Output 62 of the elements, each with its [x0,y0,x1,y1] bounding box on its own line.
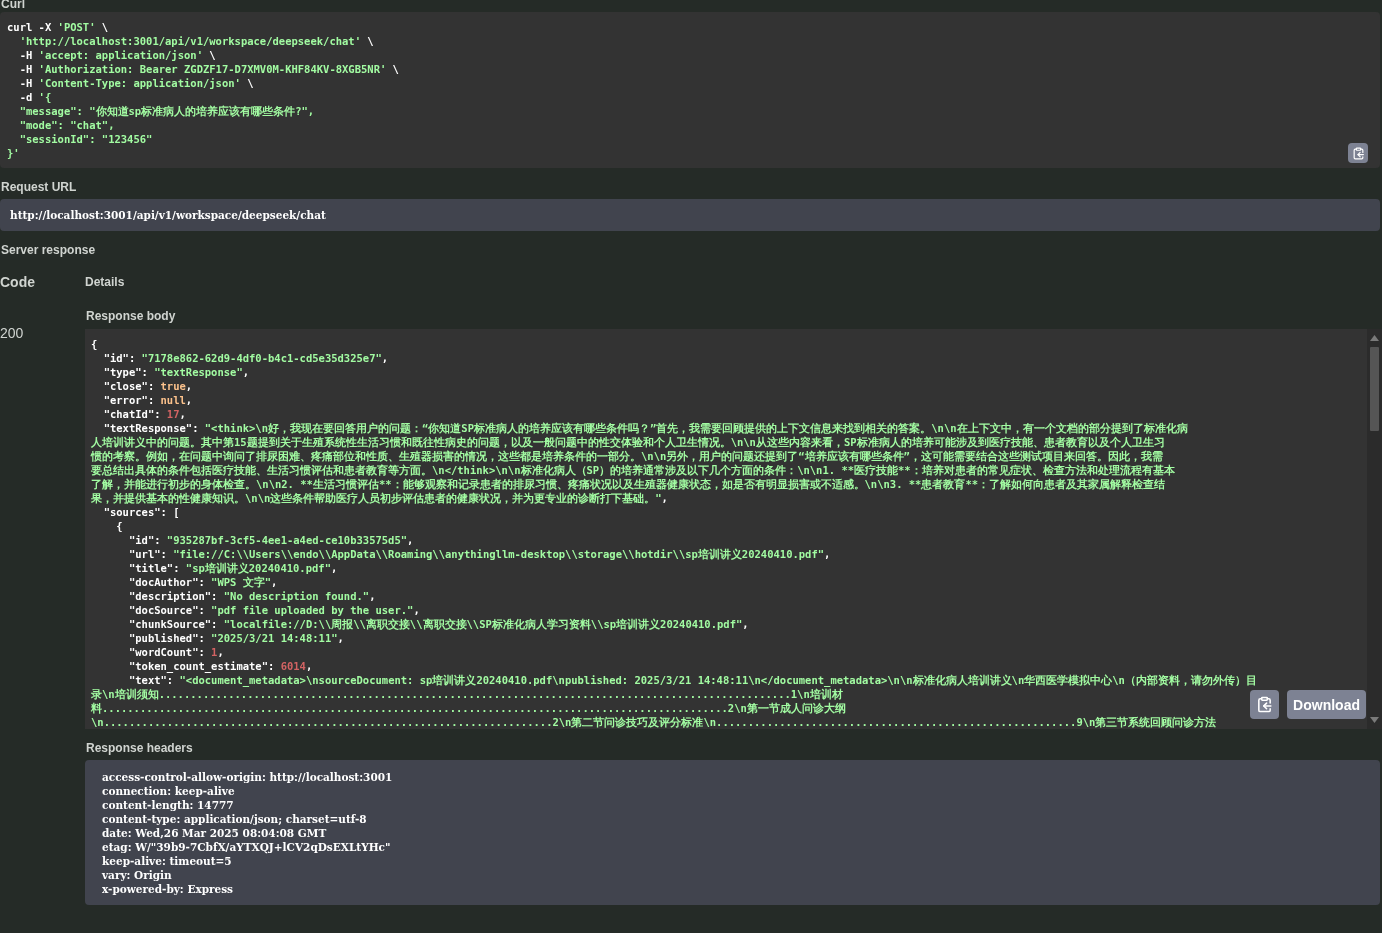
header-line: vary: Origin [102,868,173,882]
header-line: connection: keep-alive [102,784,236,798]
code-line: "error": null, [102,393,193,407]
code-line: curl -X 'POST' \ [7,20,109,34]
code-line: "id": "7178e862-62d9-4df0-b4c1-cd5e35d325e7", [102,351,389,365]
column-header: Code [0,274,36,290]
code-line: "textResponse": "<think>\n好，我现在要回答用户的问题：“你知道SP标准病人的培养应该有哪些条件吗？”首先，我需要回顾提供的上下文信息来找到相关的答案。\n\n在上下文中，有一个文档的部分提到了标准化病 [102,421,1188,435]
code-line: 惯的考察。例如，在问题中询问了排尿困难、疼痛部位和性质、生殖器损害的情况，这些都是培养条件的一部分。\n\n另外，用户的问题还提到了“培养应该有哪些条件”，这可能需要结合这些测试项目来回答。因此，我需 [91,449,1163,463]
code-line: 果，并提供基本的性健康知识。\n\n这些条件帮助医疗人员初步评估患者的健康状况，并为更专业的诊断打下基础。", [91,491,668,505]
header-line: access-control-allow-origin: http://localhost:3001 [102,770,394,784]
code-line: 录\n培训须知....................................................................................................1\n培训材 [91,687,843,701]
code-line: 了解，并能进行初步的身体检查。\n\n2. **生活习惯评估**：能够观察和记录患者的排尿习惯、疼痛状况以及生殖器健康状态，如是否有明显损害或不适感。\n\n3. **患者教育**：了解如何向患者及其家属解释检查结 [91,477,1166,491]
request-url: http://localhost:3001/api/v1/workspace/deepseek/chat [10,208,326,222]
code-line: 人培训讲义中的问题。其中第15题提到关于生殖系统性生活习惯和既往性病史的问题，以及一般问题中的性交体验和个人卫生情况。\n\n从这些内容来看，SP标准病人的培养可能涉及到医疗技能、患者教育以及个人卫生习 [91,435,1165,449]
copy-button[interactable] [1348,143,1368,163]
code-line: "token_count_estimate": 6014, [127,659,313,673]
code-line: "sources": [ [102,505,180,519]
clipboard-icon [1351,146,1365,160]
section-label: Response headers [85,741,194,755]
scrollbar[interactable] [1367,329,1382,729]
code-line: }' [7,146,20,160]
status-code: 200 [0,325,25,343]
code-line: { [115,519,123,533]
code-line: "message": "你知道sp标准病人的培养应该有哪些条件?", [18,104,315,118]
code-line: 'http://localhost:3001/api/v1/workspace/deepseek/chat' \ [18,34,374,48]
code-line: 料...................................................................................................2\n第一节成人问诊大纲 [91,701,846,715]
header-line: content-length: 14777 [102,798,235,812]
column-header: Details [85,275,125,289]
code-line: "description": "No description found.", [127,589,376,603]
section-label: Request URL [0,180,78,194]
code-line: -H 'Content-Type: application/json' \ [18,76,254,90]
section-label: Response body [85,309,177,323]
header-line: x-powered-by: Express [102,882,235,896]
section-label: Server response [0,243,97,257]
code-line: "title": "sp培训讲义20240410.pdf", [127,561,338,575]
section-label: Curl [0,0,26,11]
code-line: { [91,337,98,351]
header-line: keep-alive: timeout=5 [102,854,233,868]
code-line: 要总结出具体的条件包括医疗技能、生活习惯评估和患者教育等方面。\n</think>\n\n标准化病人（SP）的培养通常涉及以下几个方面的条件：\n\n1. **医疗技能**：培养对患者的常见症状、检查方法和处理流程有基本 [91,463,1175,477]
code-line: -H 'Authorization: Bearer ZGDZF17-D7XMV0M-KHF84KV-8XGB5NR' \ [18,62,399,76]
download-button[interactable]: Download [1287,690,1366,719]
header-line: content-type: application/json; charset=utf-8 [102,812,368,826]
header-line: date: Wed,26 Mar 2025 08:04:08 GMT [102,826,328,840]
code-line: "chunkSource": "localfile://D:\\周报\\离职交接\\离职交接\\SP标准化病人学习资料\\sp培训讲义20240410.pdf", [127,617,749,631]
code-line: "mode": "chat", [18,118,115,132]
copy-button[interactable] [1250,690,1280,719]
code-line: "docSource": "pdf file uploaded by the user.", [127,603,420,617]
code-line: "sessionId": "123456" [18,132,153,146]
code-line: "published": "2025/3/21 14:48:11", [127,631,344,645]
code-line: "wordCount": 1, [127,645,224,659]
code-line: -H 'accept: application/json' \ [18,48,216,62]
clipboard-icon [1256,696,1274,713]
code-line: "docAuthor": "WPS 文字", [127,575,278,589]
code-line: "id": "935287bf-3cf5-4ee1-a4ed-ce10b33575d5", [127,533,414,547]
header-line: etag: W/"39b9-7CbfX/aYTXQJ+lCV2qDsEXLtYHc" [102,840,392,854]
code-line: "text": "<document_metadata>\nsourceDocument: sp培训讲义20240410.pdf\npublished: 2025/3/21 14:48:11\n</document_metadata>\n\n标准化病人培训讲义\n华西医学模拟中心\n（内部资料，请勿外传）目 [127,673,1257,687]
code-line: "type": "textResponse", [102,365,250,379]
code-line: "url": "file://C:\\Users\\endo\\AppData\\Roaming\\anythingllm-desktop\\storage\\hotdir\\sp培训讲义20240410.pdf", [127,547,831,561]
code-line: "chatId": 17, [102,407,186,421]
code-line: -d '{ [18,90,52,104]
code-line: "close": true, [102,379,193,393]
code-line: \n.......................................................................2\n第二节问诊技巧及评分标准\n.........................................................9\n第三节系统回顾问诊方法 [91,715,1217,729]
